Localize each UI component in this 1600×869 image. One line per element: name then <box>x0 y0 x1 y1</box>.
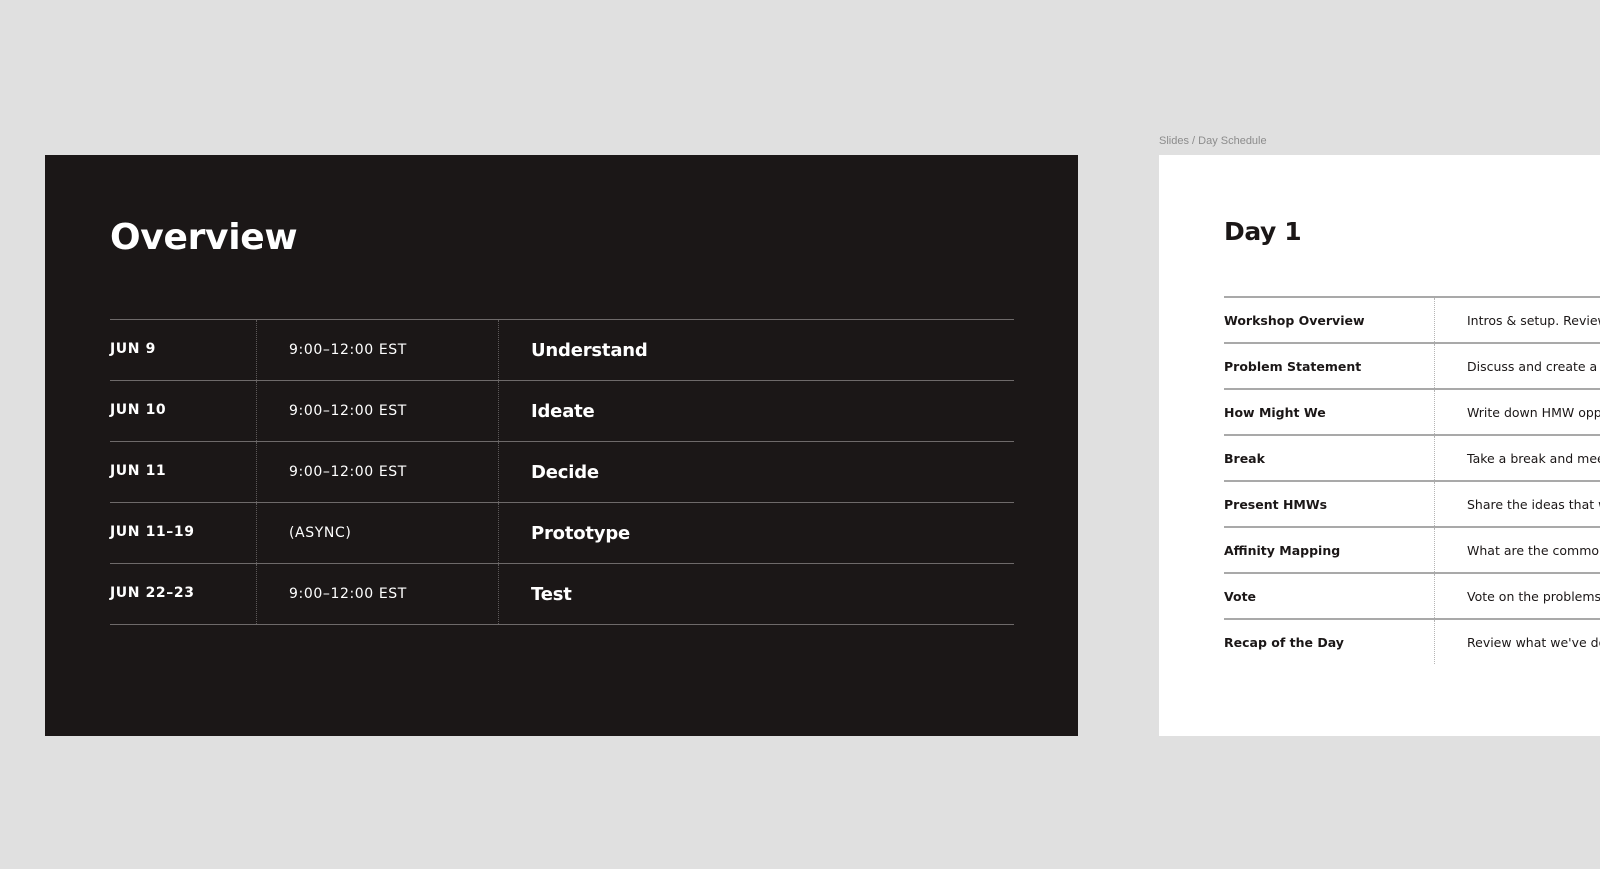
overview-row: JUN 11 9:00–12:00 EST Decide <box>110 442 1014 503</box>
schedule-description: Share the ideas that we <box>1434 482 1600 526</box>
schedule-row: Recap of the Day Review what we've don <box>1224 620 1600 664</box>
schedule-description: Take a break and meet l <box>1434 436 1600 480</box>
overview-table: JUN 9 9:00–12:00 EST Understand JUN 10 9… <box>110 319 1014 625</box>
overview-row: JUN 9 9:00–12:00 EST Understand <box>110 320 1014 381</box>
schedule-activity: Vote <box>1224 588 1257 604</box>
day-title: Day 1 <box>1224 217 1302 246</box>
overview-phase: Decide <box>498 442 1014 502</box>
schedule-description: Intros & setup. Review c <box>1434 298 1600 342</box>
day-schedule-slide[interactable]: Day 1 Workshop Overview Intros & setup. … <box>1159 155 1600 736</box>
schedule-row: Present HMWs Share the ideas that we <box>1224 482 1600 528</box>
overview-date: JUN 11 <box>110 462 167 479</box>
overview-row: JUN 10 9:00–12:00 EST Ideate <box>110 381 1014 442</box>
schedule-activity: Workshop Overview <box>1224 312 1365 328</box>
schedule-description: Write down HMW oppo <box>1434 390 1600 434</box>
schedule-row: Problem Statement Discuss and create a p… <box>1224 344 1600 390</box>
schedule-description: Review what we've don <box>1434 620 1600 664</box>
overview-time: 9:00–12:00 EST <box>256 381 498 441</box>
schedule-activity: How Might We <box>1224 404 1326 420</box>
overview-title: Overview <box>110 217 298 258</box>
overview-slide[interactable]: Overview JUN 9 9:00–12:00 EST Understand… <box>45 155 1078 736</box>
overview-phase: Prototype <box>498 503 1014 563</box>
schedule-description: Discuss and create a pr <box>1434 344 1600 388</box>
schedule-activity: Problem Statement <box>1224 358 1362 374</box>
overview-row: JUN 22–23 9:00–12:00 EST Test <box>110 564 1014 625</box>
overview-time: 9:00–12:00 EST <box>256 442 498 502</box>
schedule-description: Vote on the problems in <box>1434 574 1600 618</box>
overview-phase: Test <box>498 564 1014 624</box>
schedule-activity: Recap of the Day <box>1224 634 1344 650</box>
overview-date: JUN 22–23 <box>110 584 195 601</box>
day-schedule-table: Workshop Overview Intros & setup. Review… <box>1224 296 1600 664</box>
schedule-activity: Affinity Mapping <box>1224 542 1341 558</box>
schedule-row: Affinity Mapping What are the common t <box>1224 528 1600 574</box>
schedule-row: How Might We Write down HMW oppo <box>1224 390 1600 436</box>
overview-time: (ASYNC) <box>256 503 498 563</box>
schedule-activity: Present HMWs <box>1224 496 1328 512</box>
schedule-activity: Break <box>1224 450 1265 466</box>
schedule-row: Break Take a break and meet l <box>1224 436 1600 482</box>
overview-date: JUN 10 <box>110 401 167 418</box>
frame-label[interactable]: Slides / Day Schedule <box>1159 135 1267 147</box>
overview-phase: Understand <box>498 320 1014 380</box>
overview-row: JUN 11–19 (ASYNC) Prototype <box>110 503 1014 564</box>
overview-time: 9:00–12:00 EST <box>256 320 498 380</box>
schedule-row: Workshop Overview Intros & setup. Review… <box>1224 298 1600 344</box>
overview-date: JUN 11–19 <box>110 523 195 540</box>
overview-time: 9:00–12:00 EST <box>256 564 498 624</box>
schedule-description: What are the common t <box>1434 528 1600 572</box>
overview-phase: Ideate <box>498 381 1014 441</box>
overview-date: JUN 9 <box>110 340 156 357</box>
schedule-row: Vote Vote on the problems in <box>1224 574 1600 620</box>
